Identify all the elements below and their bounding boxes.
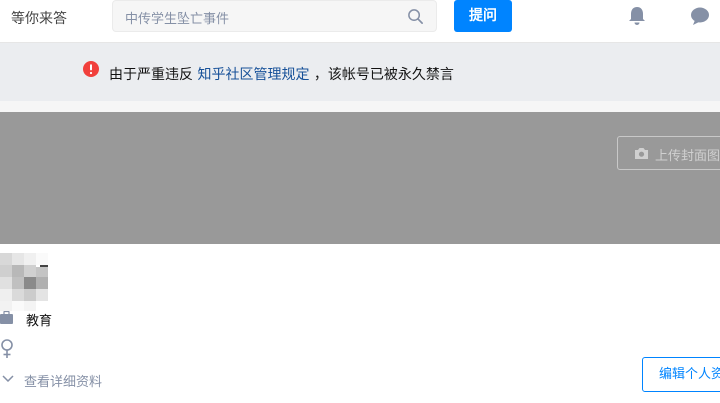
industry-label: 教育: [26, 314, 53, 329]
avatar[interactable]: [0, 253, 48, 301]
divider-strip: [0, 101, 720, 112]
chevron-down-icon[interactable]: [2, 375, 14, 383]
profile-cover: [0, 112, 720, 244]
search-box[interactable]: 中传学生坠亡事件: [112, 0, 437, 32]
nav-link-waiting-answers[interactable]: 等你来答: [11, 8, 67, 28]
female-icon: [1, 339, 13, 358]
message-icon[interactable]: [689, 5, 711, 27]
notice-text: 由于严重违反 知乎社区管理规定 ，该帐号已被永久禁言: [109, 67, 454, 83]
upload-cover-button[interactable]: 上传封面图: [617, 136, 720, 170]
alert-icon: [83, 61, 99, 77]
top-bar: 等你来答 中传学生坠亡事件 提问: [0, 0, 720, 43]
ban-notice-banner: 由于严重违反 知乎社区管理规定 ，该帐号已被永久禁言: [0, 43, 720, 101]
upload-cover-label: 上传封面图: [655, 149, 720, 164]
camera-icon: [635, 148, 648, 159]
briefcase-icon: [0, 311, 13, 324]
edit-profile-button[interactable]: 编辑个人资料: [642, 357, 720, 392]
ask-question-button[interactable]: 提问: [454, 0, 512, 32]
search-input[interactable]: 中传学生坠亡事件: [125, 8, 229, 27]
search-icon[interactable]: [407, 8, 424, 25]
view-details-link[interactable]: 查看详细资料: [24, 371, 102, 390]
community-rules-link[interactable]: 知乎社区管理规定: [197, 67, 309, 83]
bell-icon[interactable]: [626, 5, 648, 27]
